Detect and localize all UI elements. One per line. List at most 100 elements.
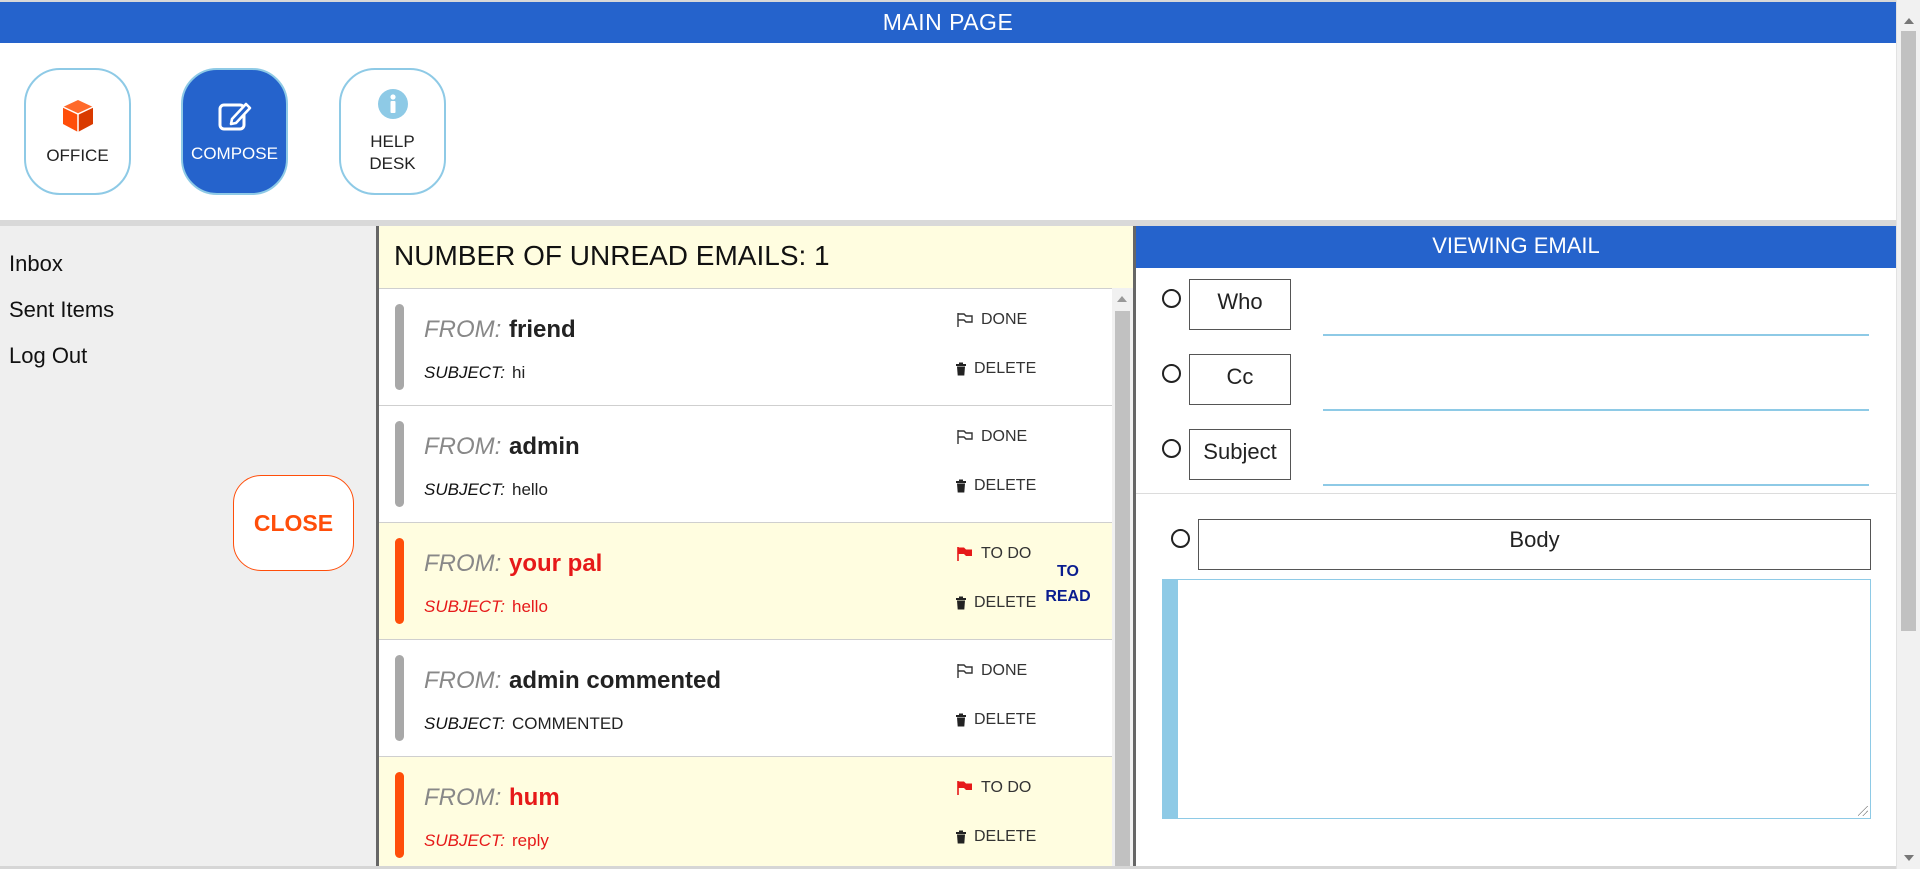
status-bar	[395, 772, 404, 858]
subject-label: SUBJECT:	[424, 597, 505, 616]
delete-button[interactable]: DELETE	[955, 477, 1036, 495]
who-field[interactable]	[1323, 304, 1869, 336]
help-label: HELP	[370, 132, 415, 151]
scroll-down-icon[interactable]	[1904, 855, 1914, 861]
mark-todo-button[interactable]: TO DO	[956, 545, 1031, 563]
help-desk-button[interactable]: HELP DESK	[339, 68, 446, 195]
scrollbar-thumb[interactable]	[1115, 311, 1130, 869]
flag-label: DONE	[981, 311, 1028, 328]
subject-value: hello	[512, 597, 548, 616]
cc-label: Cc	[1189, 354, 1291, 405]
from-label: FROM:	[424, 784, 502, 811]
office-label: OFFICE	[46, 146, 109, 165]
email-list: FROM: friend SUBJECT: hi DONE DELETE FRO…	[379, 288, 1112, 869]
from-value: friend	[509, 316, 576, 343]
from-label: FROM:	[424, 316, 502, 343]
delete-label: DELETE	[974, 360, 1037, 377]
from-value: your pal	[509, 550, 603, 577]
edit-icon	[216, 99, 254, 138]
from-value: admin	[509, 433, 580, 460]
trash-icon	[956, 830, 966, 844]
subject-label: SUBJECT:	[424, 480, 505, 499]
from-label: FROM:	[424, 433, 502, 460]
subject-label: SUBJECT:	[424, 831, 505, 850]
office-button[interactable]: OFFICE	[24, 68, 131, 195]
email-list-panel: NUMBER OF UNREAD EMAILS: 1 FROM: friend …	[376, 226, 1136, 869]
delete-label: DELETE	[974, 594, 1037, 611]
email-list-scrollbar[interactable]	[1112, 288, 1133, 869]
page-scrollbar[interactable]	[1896, 0, 1920, 869]
info-icon	[377, 88, 409, 125]
unread-count-header: NUMBER OF UNREAD EMAILS: 1	[394, 240, 830, 271]
delete-label: DELETE	[974, 477, 1037, 494]
delete-button[interactable]: DELETE	[955, 594, 1036, 612]
sidebar-item-inbox[interactable]: Inbox	[9, 251, 63, 277]
body-textarea-wrapper	[1162, 579, 1874, 822]
subject-field-label: Subject	[1189, 429, 1291, 480]
scroll-up-icon[interactable]	[1117, 296, 1127, 302]
email-item[interactable]: FROM: your pal SUBJECT: hello TO DO DELE…	[379, 522, 1112, 639]
from-label: FROM:	[424, 550, 502, 577]
trash-icon	[956, 479, 966, 493]
status-bar	[395, 421, 404, 507]
delete-button[interactable]: DELETE	[955, 828, 1036, 846]
scroll-up-icon[interactable]	[1904, 18, 1914, 24]
from-value: hum	[509, 784, 560, 811]
flag-outline-icon	[957, 313, 973, 327]
delete-button[interactable]: DELETE	[955, 711, 1036, 729]
flag-label: TO DO	[981, 545, 1032, 562]
status-bar	[395, 304, 404, 390]
flag-label: DONE	[981, 428, 1028, 445]
trash-icon	[956, 596, 966, 610]
cube-icon	[59, 97, 97, 140]
from-value: admin commented	[509, 667, 722, 694]
sidebar: Inbox Sent Items Log Out CLOSE	[0, 226, 376, 869]
body-radio[interactable]	[1171, 529, 1190, 548]
delete-label: DELETE	[974, 711, 1037, 728]
close-button[interactable]: CLOSE	[233, 475, 354, 571]
mark-todo-button[interactable]: TO DO	[956, 779, 1031, 797]
cc-field[interactable]	[1323, 379, 1869, 411]
subject-field[interactable]	[1323, 454, 1869, 486]
flag-label: DONE	[981, 662, 1028, 679]
trash-icon	[956, 713, 966, 727]
email-item[interactable]: FROM: hum SUBJECT: reply TO DO DELETE	[379, 756, 1112, 869]
to-read-line2: READ	[1045, 588, 1091, 605]
page-title: MAIN PAGE	[882, 9, 1014, 35]
viewing-email-header: VIEWING EMAIL	[1136, 226, 1896, 268]
resize-grip-icon[interactable]	[1858, 806, 1868, 816]
compose-button[interactable]: COMPOSE	[181, 68, 288, 195]
sidebar-item-sent-items[interactable]: Sent Items	[9, 297, 114, 323]
trash-icon	[956, 362, 966, 376]
mark-done-button[interactable]: DONE	[956, 428, 1027, 446]
help-desk-label: HELP DESK	[369, 131, 415, 175]
body-textarea[interactable]	[1178, 580, 1874, 822]
to-read-badge: TO READ	[1044, 559, 1092, 609]
subject-radio[interactable]	[1162, 439, 1181, 458]
email-item[interactable]: FROM: admin SUBJECT: hello DONE DELETE	[379, 405, 1112, 522]
to-read-line1: TO	[1057, 563, 1079, 580]
mark-done-button[interactable]: DONE	[956, 662, 1027, 680]
email-item[interactable]: FROM: admin commented SUBJECT: COMMENTED…	[379, 639, 1112, 756]
subject-label: SUBJECT:	[424, 363, 505, 382]
flag-outline-icon	[957, 430, 973, 444]
flag-filled-icon	[957, 547, 972, 561]
flag-label: TO DO	[981, 779, 1032, 796]
who-label: Who	[1189, 279, 1291, 330]
flag-outline-icon	[957, 664, 973, 678]
delete-button[interactable]: DELETE	[955, 360, 1036, 378]
viewing-email-panel: VIEWING EMAIL Who Cc Subject Body	[1136, 226, 1896, 869]
cc-radio[interactable]	[1162, 364, 1181, 383]
mark-done-button[interactable]: DONE	[956, 311, 1027, 329]
app-launcher: OFFICE COMPOSE HELP DESK	[0, 43, 1896, 220]
compose-label: COMPOSE	[191, 144, 278, 163]
body-accent-bar	[1163, 580, 1178, 818]
flag-filled-icon	[957, 781, 972, 795]
status-bar	[395, 538, 404, 624]
email-item[interactable]: FROM: friend SUBJECT: hi DONE DELETE	[379, 288, 1112, 405]
subject-value: reply	[512, 831, 549, 850]
sidebar-item-log-out[interactable]: Log Out	[9, 343, 87, 369]
page-scrollbar-thumb[interactable]	[1901, 31, 1916, 631]
subject-value: hello	[512, 480, 548, 499]
who-radio[interactable]	[1162, 289, 1181, 308]
